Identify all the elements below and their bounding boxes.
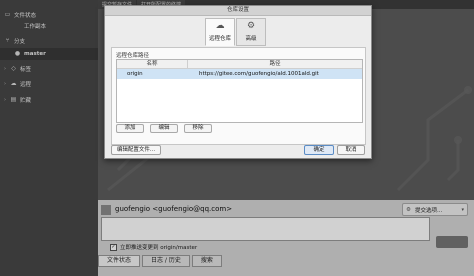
- remote-actions: 添加 编辑 移除: [116, 124, 218, 133]
- remove-remote-button[interactable]: 移除: [184, 124, 212, 133]
- edit-remote-button[interactable]: 编辑: [150, 124, 178, 133]
- repository-settings-dialog: 仓库设置 ☁ 远程仓库 ⚙ 高级 远程仓库路径 名称 路径 origin htt…: [104, 5, 372, 159]
- remote-paths-group: 远程仓库路径 名称 路径 origin https://gitee.com/gu…: [111, 47, 366, 145]
- tab-label: 远程仓库: [208, 36, 231, 42]
- tab-advanced[interactable]: ⚙ 高级: [236, 18, 266, 46]
- gear-icon: ⚙: [246, 21, 256, 31]
- tab-remotes[interactable]: ☁ 远程仓库: [205, 18, 235, 46]
- remote-path: https://gitee.com/guofengio/ald.1001ald.…: [199, 71, 319, 77]
- remotes-table: 名称 路径 origin https://gitee.com/guofengio…: [116, 59, 363, 123]
- tab-label: 高级: [245, 36, 257, 42]
- dialog-tabs: ☁ 远程仓库 ⚙ 高级: [205, 18, 267, 46]
- dialog-title: 仓库设置: [105, 6, 371, 16]
- table-row[interactable]: origin https://gitee.com/guofengio/ald.1…: [117, 69, 362, 79]
- ok-button[interactable]: 确定: [304, 145, 334, 155]
- add-remote-button[interactable]: 添加: [116, 124, 144, 133]
- group-label: 远程仓库路径: [116, 53, 150, 59]
- table-header: 名称 路径: [117, 60, 362, 69]
- remote-name: origin: [127, 71, 143, 77]
- column-header-path[interactable]: 路径: [188, 60, 362, 68]
- edit-config-file-button[interactable]: 编辑配置文件...: [111, 145, 161, 155]
- cancel-button[interactable]: 取消: [337, 145, 365, 155]
- cloud-icon: ☁: [215, 21, 225, 31]
- column-header-name[interactable]: 名称: [117, 60, 188, 68]
